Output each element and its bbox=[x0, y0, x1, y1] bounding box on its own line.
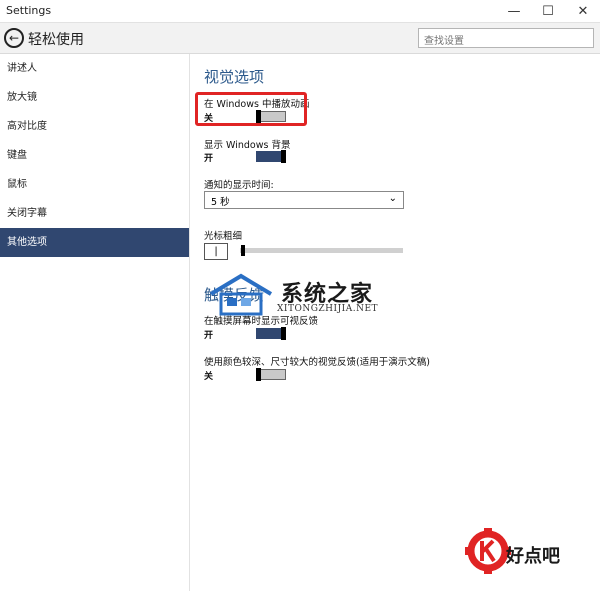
watermark-subtext: XITONGZHIJIA.NET bbox=[277, 304, 379, 314]
watermark-haodianba: 好点吧 bbox=[464, 527, 600, 587]
touch-feedback-toggle[interactable] bbox=[256, 327, 286, 340]
house-logo-icon bbox=[209, 273, 273, 316]
notification-time-select[interactable]: 5 秒 ⌄ bbox=[204, 191, 404, 209]
gear-logo-icon bbox=[465, 528, 511, 574]
notification-time-value: 5 秒 bbox=[211, 197, 230, 208]
sidebar-item-other-options[interactable]: 其他选项 bbox=[0, 228, 189, 257]
cursor-thickness-preview: | bbox=[204, 243, 228, 260]
background-label: 显示 Windows 背景 bbox=[204, 140, 291, 151]
watermark-xitongzhijia: 系统之家 XITONGZHIJIA.NET bbox=[205, 272, 405, 322]
back-arrow-icon[interactable]: ← bbox=[4, 28, 24, 48]
background-state: 开 bbox=[204, 154, 214, 164]
section-title-visual-options: 视觉选项 bbox=[204, 68, 265, 86]
sidebar-item-narrator[interactable]: 讲述人 bbox=[0, 54, 189, 83]
chevron-down-icon: ⌄ bbox=[388, 193, 397, 204]
title-bar: Settings — ☐ ✕ bbox=[0, 0, 600, 23]
watermark-logo-text: 好点吧 bbox=[506, 546, 560, 567]
page-header: ← 轻松使用 bbox=[0, 23, 600, 54]
darker-feedback-state: 关 bbox=[204, 372, 214, 382]
maximize-button[interactable]: ☐ bbox=[531, 0, 565, 22]
search-input[interactable] bbox=[419, 32, 592, 51]
darker-feedback-toggle[interactable] bbox=[256, 368, 286, 381]
notification-time-label: 通知的显示时间: bbox=[204, 180, 274, 191]
darker-feedback-label: 使用颜色较深、尺寸较大的视觉反馈(适用于演示文稿) bbox=[204, 357, 430, 368]
cursor-thickness-slider-thumb[interactable] bbox=[241, 245, 245, 256]
main-content: 视觉选项 在 Windows 中播放动画 关 显示 Windows 背景 开 通… bbox=[204, 54, 600, 591]
red-highlight-box bbox=[195, 92, 307, 126]
search-box[interactable] bbox=[418, 28, 594, 51]
sidebar-item-keyboard[interactable]: 键盘 bbox=[0, 141, 189, 170]
sidebar: 讲述人 放大镜 高对比度 键盘 鼠标 关闭字幕 其他选项 bbox=[0, 54, 190, 591]
cursor-thickness-slider[interactable] bbox=[240, 248, 403, 253]
sidebar-item-mouse[interactable]: 鼠标 bbox=[0, 170, 189, 199]
sidebar-item-closed-captions[interactable]: 关闭字幕 bbox=[0, 199, 189, 228]
minimize-button[interactable]: — bbox=[497, 0, 531, 22]
touch-feedback-state: 开 bbox=[204, 331, 214, 341]
background-toggle[interactable] bbox=[256, 150, 286, 163]
toggle-knob bbox=[281, 327, 286, 340]
toggle-knob bbox=[256, 368, 261, 381]
page-title: 轻松使用 bbox=[28, 32, 84, 48]
close-button[interactable]: ✕ bbox=[566, 0, 600, 22]
sidebar-item-high-contrast[interactable]: 高对比度 bbox=[0, 112, 189, 141]
window-title: Settings bbox=[6, 4, 52, 17]
toggle-knob bbox=[281, 150, 286, 163]
sidebar-item-magnifier[interactable]: 放大镜 bbox=[0, 83, 189, 112]
cursor-thickness-label: 光标粗细 bbox=[204, 231, 243, 242]
